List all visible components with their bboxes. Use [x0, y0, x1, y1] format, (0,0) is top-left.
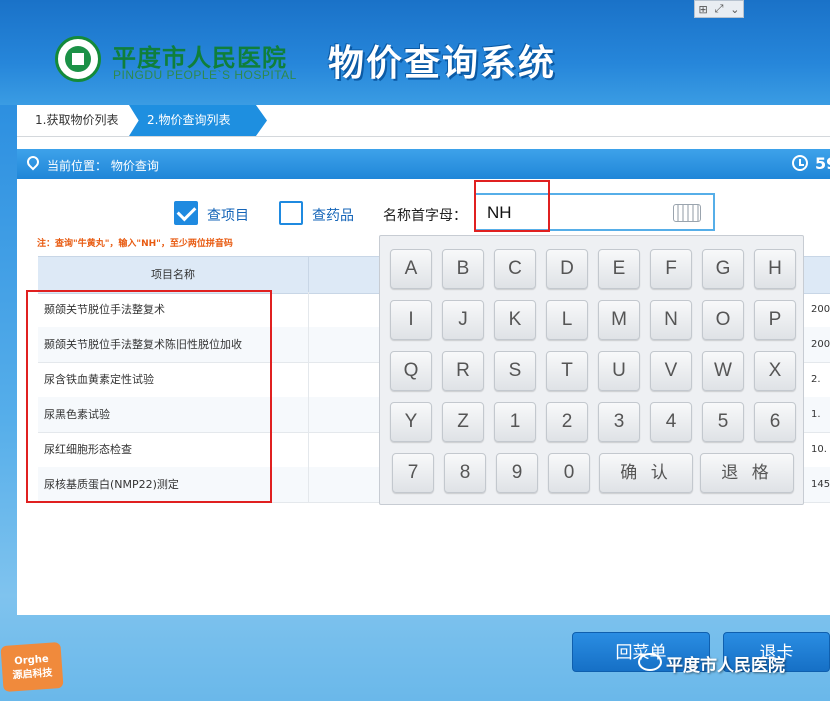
chevron-down-icon[interactable]: ⌄: [730, 3, 739, 16]
key-r[interactable]: R: [442, 351, 484, 391]
key-e[interactable]: E: [598, 249, 640, 289]
key-0[interactable]: 0: [548, 453, 590, 493]
location-pin-icon: [24, 153, 42, 171]
column-divider: [308, 397, 309, 432]
key-2[interactable]: 2: [546, 402, 588, 442]
key-j[interactable]: J: [442, 300, 484, 340]
key-m[interactable]: M: [598, 300, 640, 340]
key-s[interactable]: S: [494, 351, 536, 391]
query-project-label[interactable]: 查项目: [207, 205, 249, 225]
current-location: 当前位置： 物价查询: [47, 159, 159, 173]
key-c[interactable]: C: [494, 249, 536, 289]
app-header: 平度市人民医院 PINGDU PEOPLE`S HOSPITAL 物价查询系统 …: [0, 0, 830, 105]
search-highlight-box: [474, 180, 550, 232]
item-price: 2.: [811, 374, 821, 385]
key-v[interactable]: V: [650, 351, 692, 391]
name-initials-label: 名称首字母：: [383, 208, 467, 224]
key-d[interactable]: D: [546, 249, 588, 289]
vendor-name-cn: 源启科技: [12, 667, 53, 682]
step-bar: 1.获取物价列表 2.物价查询列表: [17, 105, 830, 137]
backspace-key[interactable]: 退 格: [700, 453, 794, 493]
grid-icon[interactable]: ⊞: [698, 3, 707, 16]
key-t[interactable]: T: [546, 351, 588, 391]
column-divider: [308, 467, 309, 502]
expand-icon[interactable]: ⤢: [715, 2, 724, 16]
key-h[interactable]: H: [754, 249, 796, 289]
key-x[interactable]: X: [754, 351, 796, 391]
results-highlight-box: [26, 290, 272, 503]
item-price: 10.: [811, 444, 827, 455]
key-a[interactable]: A: [390, 249, 432, 289]
column-divider: [308, 327, 309, 362]
query-drug-label[interactable]: 查药品: [312, 205, 354, 225]
key-q[interactable]: Q: [390, 351, 432, 391]
key-6[interactable]: 6: [754, 402, 796, 442]
wechat-icon: [638, 653, 662, 671]
column-divider: [308, 432, 309, 467]
key-y[interactable]: Y: [390, 402, 432, 442]
key-9[interactable]: 9: [496, 453, 538, 493]
key-g[interactable]: G: [702, 249, 744, 289]
countdown-timer: 59: [815, 154, 830, 173]
search-hint: 注：查询"牛黄丸"，输入"NH"，至少两位拼音码: [37, 239, 233, 249]
keyboard-icon[interactable]: [673, 204, 701, 222]
key-w[interactable]: W: [702, 351, 744, 391]
key-o[interactable]: O: [702, 300, 744, 340]
hospital-logo: [55, 36, 101, 82]
key-7[interactable]: 7: [392, 453, 434, 493]
hospital-name-en: PINGDU PEOPLE`S HOSPITAL: [113, 68, 297, 82]
column-divider: [308, 292, 309, 327]
key-8[interactable]: 8: [444, 453, 486, 493]
key-5[interactable]: 5: [702, 402, 744, 442]
key-n[interactable]: N: [650, 300, 692, 340]
item-price: 1.: [811, 409, 821, 420]
key-p[interactable]: P: [754, 300, 796, 340]
system-title: 物价查询系统: [328, 43, 557, 84]
step-price-query-list[interactable]: 2.物价查询列表: [129, 105, 267, 136]
query-project-checkbox[interactable]: [174, 201, 198, 225]
key-1[interactable]: 1: [494, 402, 536, 442]
pinyin-keyboard: A B C D E F G H I J K L M N O P Q R S T …: [379, 235, 804, 505]
key-u[interactable]: U: [598, 351, 640, 391]
alarm-clock-icon: [792, 155, 808, 171]
key-z[interactable]: Z: [442, 402, 484, 442]
column-divider: [308, 362, 309, 397]
query-drug-checkbox[interactable]: [279, 201, 303, 225]
confirm-key[interactable]: 确 认: [599, 453, 693, 493]
key-l[interactable]: L: [546, 300, 588, 340]
window-controls[interactable]: ⊞ ⤢ ⌄: [694, 0, 744, 18]
vendor-badge: Orghe 源启科技: [0, 641, 64, 693]
location-bar: 当前位置： 物价查询 59: [17, 149, 830, 179]
key-b[interactable]: B: [442, 249, 484, 289]
key-i[interactable]: I: [390, 300, 432, 340]
step-get-price-list[interactable]: 1.获取物价列表: [17, 105, 129, 136]
key-k[interactable]: K: [494, 300, 536, 340]
item-price: 200.: [811, 339, 830, 350]
wechat-watermark: 平度市人民医院: [666, 656, 785, 676]
column-header-name: 项目名称: [38, 257, 309, 293]
item-price: 200.: [811, 304, 830, 315]
item-price: 145.: [811, 479, 830, 490]
key-f[interactable]: F: [650, 249, 692, 289]
key-4[interactable]: 4: [650, 402, 692, 442]
key-3[interactable]: 3: [598, 402, 640, 442]
